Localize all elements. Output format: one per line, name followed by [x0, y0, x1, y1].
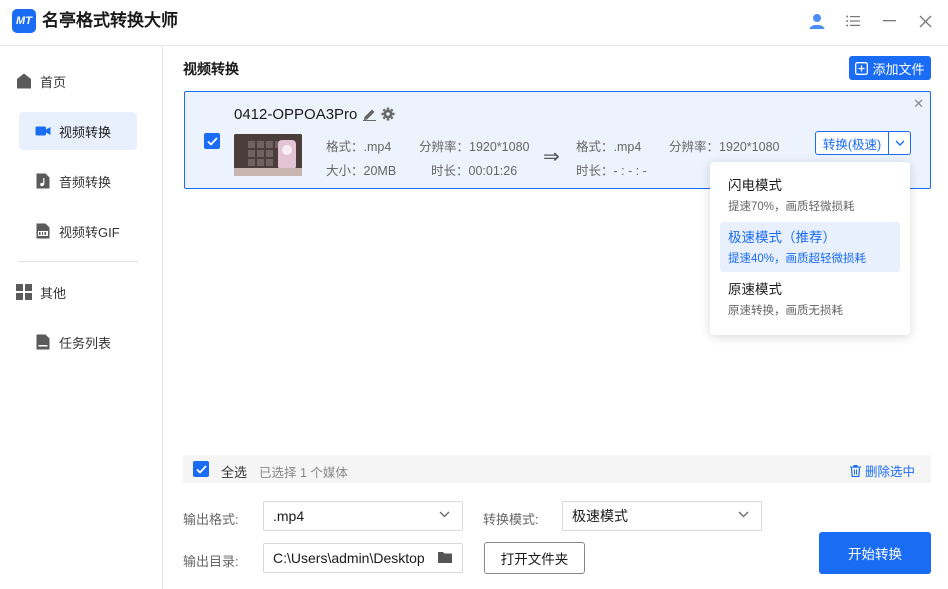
sidebar-item-video-convert[interactable]: 视频转换	[19, 112, 137, 150]
source-duration: 时长：00:01:26	[431, 164, 518, 178]
output-format-select[interactable]: .mp4	[263, 501, 463, 531]
chevron-down-icon	[439, 511, 450, 518]
sidebar-item-label: 音频转换	[59, 174, 112, 190]
grid-icon	[16, 284, 32, 300]
title-bar: MT 名亭格式转换大师	[0, 0, 948, 46]
sidebar: 首页 视频转换 音频转换 视频转GIF 其他 任务列表	[0, 46, 163, 589]
sidebar-item-task-list[interactable]: 任务列表	[35, 323, 111, 361]
sidebar-item-label: 其他	[40, 285, 67, 301]
mode-option-desc: 提速70%，画质轻微损耗	[728, 201, 855, 213]
convert-arrow-icon: ⇒	[543, 146, 560, 168]
open-folder-button[interactable]: 打开文件夹	[484, 542, 585, 574]
app-title: 名亭格式转换大师	[42, 11, 178, 30]
trash-icon	[849, 464, 861, 477]
source-format: 格式：.mp4	[326, 140, 392, 154]
mode-option-title: 闪电模式	[728, 178, 782, 193]
convert-mode-select[interactable]: 极速模式	[562, 501, 762, 531]
app-logo: MT	[12, 9, 36, 33]
main-panel: 视频转换 添加文件 ✕ 0412-OPPOA3Pro 格式：.mp4 分辨率：1…	[164, 46, 948, 589]
delete-selected-label: 删除选中	[864, 465, 915, 479]
delete-selected-button[interactable]: 删除选中	[849, 461, 915, 480]
output-dir-input[interactable]	[263, 543, 463, 573]
mode-option-fast[interactable]: 极速模式（推荐） 提速40%，画质超轻微损耗	[720, 222, 900, 272]
mode-option-desc: 提速40%，画质超轻微损耗	[728, 253, 867, 265]
mode-option-title: 极速模式（推荐）	[728, 230, 836, 245]
mode-option-title: 原速模式	[728, 282, 782, 297]
sidebar-item-label: 视频转换	[59, 124, 112, 140]
sidebar-divider	[18, 261, 138, 262]
target-resolution: 分辨率：1920*1080	[669, 140, 780, 154]
mode-dropdown-menu: 闪电模式 提速70%，画质轻微损耗 极速模式（推荐） 提速40%，画质超轻微损耗…	[710, 162, 910, 335]
sidebar-item-video-to-gif[interactable]: 视频转GIF	[35, 212, 120, 250]
sidebar-item-home[interactable]: 首页	[16, 62, 66, 100]
target-duration: 时长：- : - : -	[576, 164, 647, 178]
video-icon	[35, 123, 51, 139]
remove-file-icon[interactable]: ✕	[913, 96, 924, 112]
edit-icon[interactable]	[363, 108, 376, 124]
mode-option-lightning[interactable]: 闪电模式 提速70%，画质轻微损耗	[720, 170, 900, 220]
sidebar-item-audio-convert[interactable]: 音频转换	[35, 162, 111, 200]
output-format-label: 输出格式:	[183, 512, 239, 527]
page-title: 视频转换	[183, 61, 239, 77]
task-file-icon	[35, 334, 51, 350]
select-all-checkbox[interactable]	[193, 461, 209, 477]
sidebar-item-label: 视频转GIF	[59, 224, 120, 240]
home-icon	[16, 73, 32, 89]
file-checkbox[interactable]	[204, 133, 220, 149]
output-dir-label: 输出目录:	[183, 554, 239, 569]
convert-mode-label: 转换模式:	[483, 512, 539, 527]
chevron-down-icon	[738, 511, 749, 518]
close-icon[interactable]	[914, 10, 936, 32]
file-name: 0412-OPPOA3Pro	[234, 106, 358, 123]
sidebar-item-label: 首页	[40, 74, 67, 90]
mode-option-desc: 原速转换，画质无损耗	[728, 305, 843, 317]
video-thumbnail	[234, 134, 302, 176]
add-file-icon	[855, 61, 869, 75]
convert-button[interactable]: 转换(极速)	[816, 132, 888, 154]
user-icon[interactable]	[806, 10, 828, 32]
selected-count: 已选择 1 个媒体	[259, 466, 348, 480]
selection-bar: 全选 已选择 1 个媒体 删除选中	[183, 455, 931, 483]
convert-mode-value: 极速模式	[572, 508, 628, 524]
add-file-button[interactable]: 添加文件	[849, 56, 931, 80]
add-file-label: 添加文件	[872, 61, 925, 77]
start-convert-button[interactable]: 开始转换	[819, 532, 931, 574]
convert-split-button: 转换(极速)	[815, 131, 911, 155]
source-resolution: 分辨率：1920*1080	[419, 140, 530, 154]
gif-file-icon	[35, 223, 51, 239]
music-file-icon	[35, 173, 51, 189]
folder-icon[interactable]	[438, 551, 452, 566]
sidebar-item-label: 任务列表	[59, 335, 112, 351]
select-all-label[interactable]: 全选	[221, 462, 247, 481]
target-format: 格式：.mp4	[576, 140, 642, 154]
mode-option-original[interactable]: 原速模式 原速转换，画质无损耗	[720, 274, 900, 324]
source-size: 大小：20MB	[326, 164, 397, 178]
output-format-value: .mp4	[273, 508, 305, 524]
gear-icon[interactable]	[381, 107, 395, 124]
menu-icon[interactable]	[842, 10, 864, 32]
chevron-down-icon[interactable]	[888, 132, 910, 154]
sidebar-item-other[interactable]: 其他	[16, 273, 66, 311]
minimize-icon[interactable]	[878, 10, 900, 32]
